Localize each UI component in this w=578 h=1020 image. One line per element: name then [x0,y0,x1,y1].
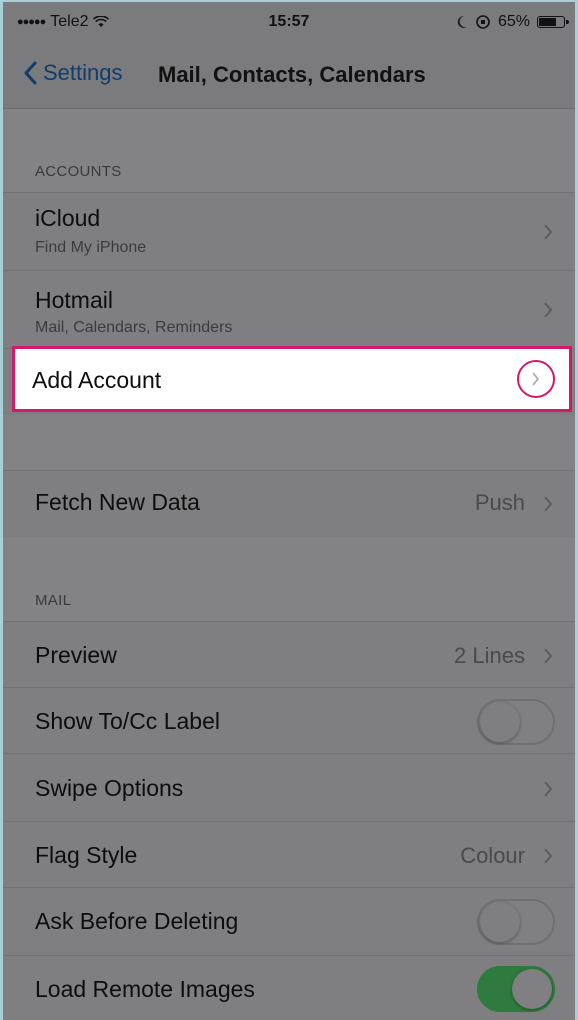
chevron-left-icon [24,61,37,85]
chevron-right-icon [544,781,553,797]
status-right: 65% [456,13,569,31]
back-button[interactable]: Settings [23,60,123,86]
moon-icon [457,15,467,28]
section-header-label: MAIL [35,592,72,609]
account-row-hotmail[interactable]: Hotmail Mail, Calendars, Reminders [3,270,575,349]
screen: ●●●●● Tele2 15:57 65% Settings Mail, Con… [0,0,578,1020]
account-row-icloud[interactable]: iCloud Find My iPhone [3,192,575,271]
back-label: Settings [43,60,123,85]
add-account-label: Add Account [32,367,162,393]
account-subtitle: Mail, Calendars, Reminders [35,319,233,336]
load-remote-images-row: Load Remote Images [3,955,575,1020]
load-remote-images-label: Load Remote Images [35,976,255,1002]
account-label: Hotmail [35,287,113,313]
ask-before-deleting-row: Ask Before Deleting [3,887,575,956]
show-tocc-label: Show To/Cc Label [35,708,220,734]
add-account-row[interactable]: Add Account [12,346,572,412]
chevron-right-icon [532,372,540,386]
account-subtitle: Find My iPhone [35,239,147,256]
battery-percent: 65% [497,13,530,30]
battery-icon [537,16,569,28]
ask-before-deleting-toggle[interactable] [477,899,555,945]
show-tocc-row: Show To/Cc Label [3,687,575,754]
chevron-right-icon [544,848,553,864]
chevron-right-icon [544,496,553,512]
highlight-circle [517,360,555,398]
section-header-label: ACCOUNTS [35,163,122,180]
swipe-options-row[interactable]: Swipe Options [3,753,575,822]
preview-label: Preview [35,642,117,668]
orientation-lock-icon [476,15,490,29]
fetch-new-data-row[interactable]: Fetch New Data Push [3,470,575,537]
fetch-value: Push [474,490,525,515]
account-label: iCloud [35,205,101,231]
load-remote-images-toggle[interactable] [477,966,555,1012]
flag-style-label: Flag Style [35,842,138,868]
chevron-right-icon [544,302,553,318]
preview-row[interactable]: Preview 2 Lines [3,621,575,688]
section-header-mail: MAIL [3,537,575,621]
show-tocc-toggle[interactable] [477,699,555,745]
chevron-right-icon [544,648,553,664]
section-header-accounts: ACCOUNTS [3,108,575,192]
preview-value: 2 Lines [454,643,525,668]
ask-before-deleting-label: Ask Before Deleting [35,908,239,934]
flag-style-value: Colour [460,843,525,868]
navigation-bar: Settings Mail, Contacts, Calendars [3,42,575,109]
status-bar: ●●●●● Tele2 15:57 65% [3,2,575,42]
page-title: Mail, Contacts, Calendars [158,62,426,87]
chevron-right-icon [544,224,553,240]
fetch-label: Fetch New Data [35,489,200,515]
swipe-options-label: Swipe Options [35,775,184,801]
flag-style-row[interactable]: Flag Style Colour [3,821,575,888]
